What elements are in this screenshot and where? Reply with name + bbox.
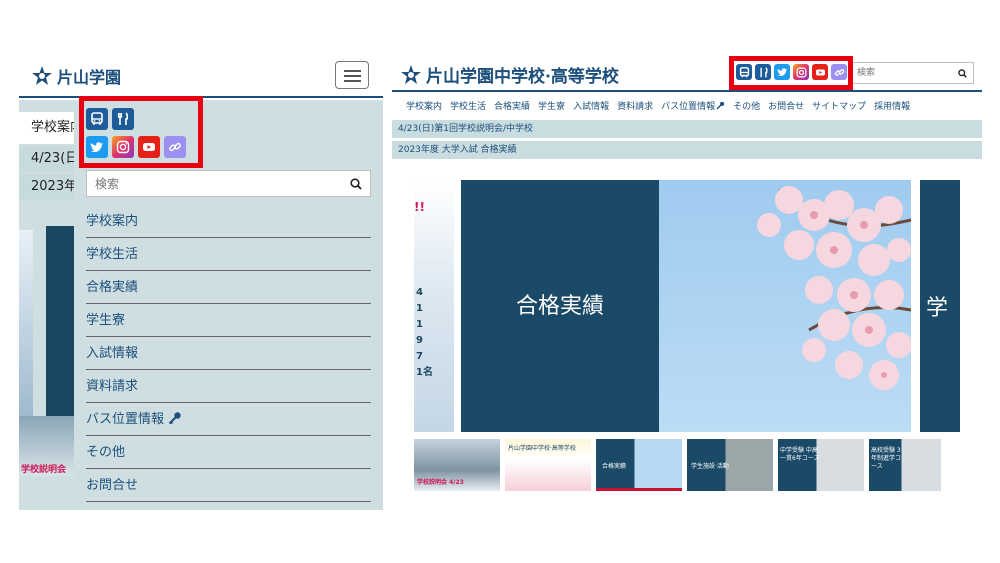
desktop-view: 片山学園中学校·高等学校 学校案内 学校生活 合格実績 学生寮: [392, 54, 982, 510]
menu-item-bus-location[interactable]: バス位置情報: [86, 403, 371, 436]
nav-item-recruitment[interactable]: 採用情報: [874, 99, 910, 112]
slide-next-title: 学: [926, 296, 949, 321]
menu-item-bus-location-label: バス位置情報: [86, 412, 165, 427]
menu-item-school-life[interactable]: 学校生活: [86, 238, 371, 271]
slide-previous-exclaim: !!: [414, 200, 425, 214]
mobile-bg-thumbnail-text: 学校説明会: [21, 465, 67, 475]
notice-row[interactable]: 2023年度 大学入試 合格実績: [392, 141, 982, 159]
thumbnail[interactable]: 高校受験 3年制進学コース: [869, 439, 941, 491]
slide-previous-numbers: 4 1 1 9 7 1名: [416, 285, 436, 381]
mobile-logo-text: 片山学園: [57, 68, 122, 87]
hamburger-line: [344, 80, 361, 82]
mobile-search-input[interactable]: [87, 171, 342, 196]
search-icon[interactable]: [951, 63, 973, 83]
nav-item-bus-location[interactable]: バス位置情報: [661, 99, 725, 112]
nav-item-bus-location-label: バス位置情報: [661, 102, 716, 112]
nav-item-request-materials[interactable]: 資料請求: [617, 99, 653, 112]
search-icon[interactable]: [342, 171, 370, 196]
slide-previous[interactable]: !! 4 1 1 9 7 1名: [414, 180, 454, 432]
menu-item-admissions[interactable]: 入試情報: [86, 337, 371, 370]
thumbnail-label: 学生施設·活動: [691, 463, 729, 470]
key-icon: [716, 101, 725, 110]
mobile-bg-slide-panel: [46, 226, 76, 426]
highlight-box: [79, 96, 203, 168]
slide-title: 合格実績: [515, 294, 604, 319]
thumbnail[interactable]: 中学受験 中高一貫6年コース: [778, 439, 864, 491]
menu-item-school-guide[interactable]: 学校案内: [86, 205, 371, 238]
slide-previous-number: 9: [416, 335, 423, 346]
mobile-bg-slide-image: [19, 230, 33, 420]
slide-previous-number: 1: [416, 319, 423, 330]
desktop-nav: 学校案内 学校生活 合格実績 学生寮 入試情報 資料請求 バス位置情報 その他 …: [406, 99, 910, 112]
desktop-search-input[interactable]: [853, 63, 951, 83]
slide-previous-number: 1名: [416, 367, 433, 378]
highlight-box: [729, 56, 853, 90]
desktop-header: 片山学園中学校·高等学校: [392, 54, 982, 92]
thumbnail-label: 学校説明会 4/23: [417, 479, 464, 486]
nav-item-contact[interactable]: お問合せ: [768, 99, 804, 112]
thumbnail[interactable]: 学校説明会 4/23: [414, 439, 500, 491]
thumbnail-label: 片山学園中学校·高等学校: [508, 445, 576, 452]
desktop-logo-text: 片山学園中学校·高等学校: [426, 67, 619, 87]
slide-previous-number: 4: [416, 287, 423, 298]
cherry-blossom-image: [659, 180, 911, 432]
thumbnail-label: 合格実績: [602, 463, 627, 470]
slide-thumbnails: 学校説明会 4/23 片山学園中学校·高等学校 合格実績 学生施設·活動 中学受…: [414, 439, 941, 491]
nav-item-school-guide[interactable]: 学校案内: [406, 99, 442, 112]
thumbnail-label: 高校受験 3年制進学コース: [871, 447, 902, 470]
nav-item-results[interactable]: 合格実績: [494, 99, 530, 112]
menu-item-request-materials[interactable]: 資料請求: [86, 370, 371, 403]
slide-next[interactable]: 学: [920, 180, 960, 432]
mobile-search-box: [86, 170, 371, 197]
school-crest-icon: [32, 66, 52, 85]
desktop-logo[interactable]: 片山学園中学校·高等学校: [400, 62, 619, 87]
hamburger-menu-button[interactable]: [335, 61, 369, 89]
notice-row[interactable]: 4/23(日)第1回学校説明会/中学校: [392, 120, 982, 138]
nav-item-dormitory[interactable]: 学生寮: [538, 99, 565, 112]
thumbnail-label: 中学受験 中高一貫6年コース: [780, 447, 820, 462]
menu-item-other[interactable]: その他: [86, 436, 371, 469]
nav-item-admissions[interactable]: 入試情報: [573, 99, 609, 112]
slide-previous-number: 7: [416, 351, 423, 362]
desktop-search-box: [852, 62, 974, 84]
key-icon: [168, 412, 181, 425]
mobile-logo[interactable]: 片山学園: [31, 64, 121, 88]
mobile-menu-list: 学校案内 学校生活 合格実績 学生寮 入試情報 資料請求 バス位置情報 その他 …: [86, 205, 371, 502]
hamburger-line: [344, 70, 361, 72]
thumbnail[interactable]: 片山学園中学校·高等学校: [505, 439, 591, 491]
mobile-header: 片山学園: [19, 54, 383, 98]
thumbnail-active[interactable]: 合格実績: [596, 439, 682, 491]
nav-item-other[interactable]: その他: [733, 99, 760, 112]
school-crest-icon: [401, 64, 421, 84]
menu-item-results[interactable]: 合格実績: [86, 271, 371, 304]
nav-item-school-life[interactable]: 学校生活: [450, 99, 486, 112]
menu-item-dormitory[interactable]: 学生寮: [86, 304, 371, 337]
comparison-canvas: 片山学園 学校案内 4/23(日 2023年 学校説明会 検索 学校案内 学校生…: [0, 0, 1000, 563]
slide-previous-number: 1: [416, 303, 423, 314]
hamburger-line: [344, 75, 361, 77]
nav-item-sitemap[interactable]: サイトマップ: [812, 99, 866, 112]
slide-current[interactable]: 合格実績: [461, 180, 911, 432]
cherry-blossom-illustration: [757, 186, 911, 390]
menu-item-contact[interactable]: お問合せ: [86, 469, 371, 502]
thumbnail[interactable]: 学生施設·活動: [687, 439, 773, 491]
